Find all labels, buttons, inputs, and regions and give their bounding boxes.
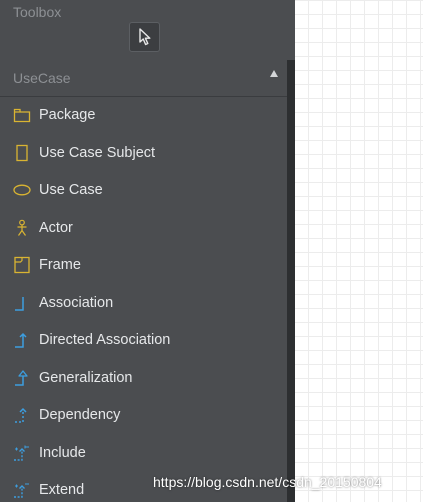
collapse-arrow-icon[interactable] — [270, 70, 278, 77]
directed-association-icon — [15, 332, 27, 348]
toolbox-item-directed-association[interactable]: Directed Association — [0, 323, 287, 361]
toolbox-item-association[interactable]: Association — [0, 286, 287, 324]
diagram-canvas[interactable] — [295, 0, 423, 502]
toolbox-item-use-case[interactable]: Use Case — [0, 173, 287, 211]
toolbox-item-actor[interactable]: Actor — [0, 211, 287, 249]
toolbox-item-dependency[interactable]: Dependency — [0, 398, 287, 436]
toolbox-item-include[interactable]: Include — [0, 436, 287, 474]
use-case-subject-icon — [16, 144, 28, 161]
association-icon — [15, 296, 24, 311]
select-tool-button[interactable] — [129, 22, 160, 52]
item-label: Association — [39, 294, 114, 311]
item-label: Extend — [39, 482, 85, 498]
item-label: Package — [39, 107, 96, 123]
package-icon — [13, 108, 31, 123]
extend-icon — [14, 483, 29, 498]
toolbox-panel: Toolbox UseCase Package Use Case Subject — [0, 0, 295, 502]
item-label: Include — [39, 444, 86, 461]
dependency-icon — [15, 407, 27, 423]
item-label: Directed Association — [39, 332, 171, 348]
toolbox-item-use-case-subject[interactable]: Use Case Subject — [0, 136, 287, 174]
watermark-text: https://blog.csdn.net/csdn_20150804 — [153, 474, 382, 490]
item-label: Actor — [39, 219, 73, 236]
toolbox-scrollbar[interactable] — [287, 60, 295, 502]
item-label: Use Case — [39, 182, 103, 198]
usecase-section-header[interactable]: UseCase — [0, 60, 287, 97]
toolbox-item-generalization[interactable]: Generalization — [0, 361, 287, 399]
toolbox-title: Toolbox — [13, 4, 62, 20]
item-label: Frame — [39, 257, 81, 273]
item-label: Dependency — [39, 407, 121, 423]
toolbox-item-frame[interactable]: Frame — [0, 248, 287, 286]
use-case-icon — [13, 184, 31, 196]
actor-icon — [17, 219, 27, 236]
item-label: Generalization — [39, 369, 133, 386]
include-icon — [14, 445, 29, 461]
toolbox-header: Toolbox — [0, 0, 295, 60]
item-label: Use Case Subject — [39, 144, 156, 161]
pointer-icon — [138, 28, 150, 46]
toolbox-item-package[interactable]: Package — [0, 98, 287, 136]
generalization-icon — [15, 369, 28, 386]
toolbox-items: Package Use Case Subject Use Case Actor — [0, 98, 287, 502]
frame-icon — [14, 256, 30, 274]
section-title: UseCase — [13, 70, 71, 86]
